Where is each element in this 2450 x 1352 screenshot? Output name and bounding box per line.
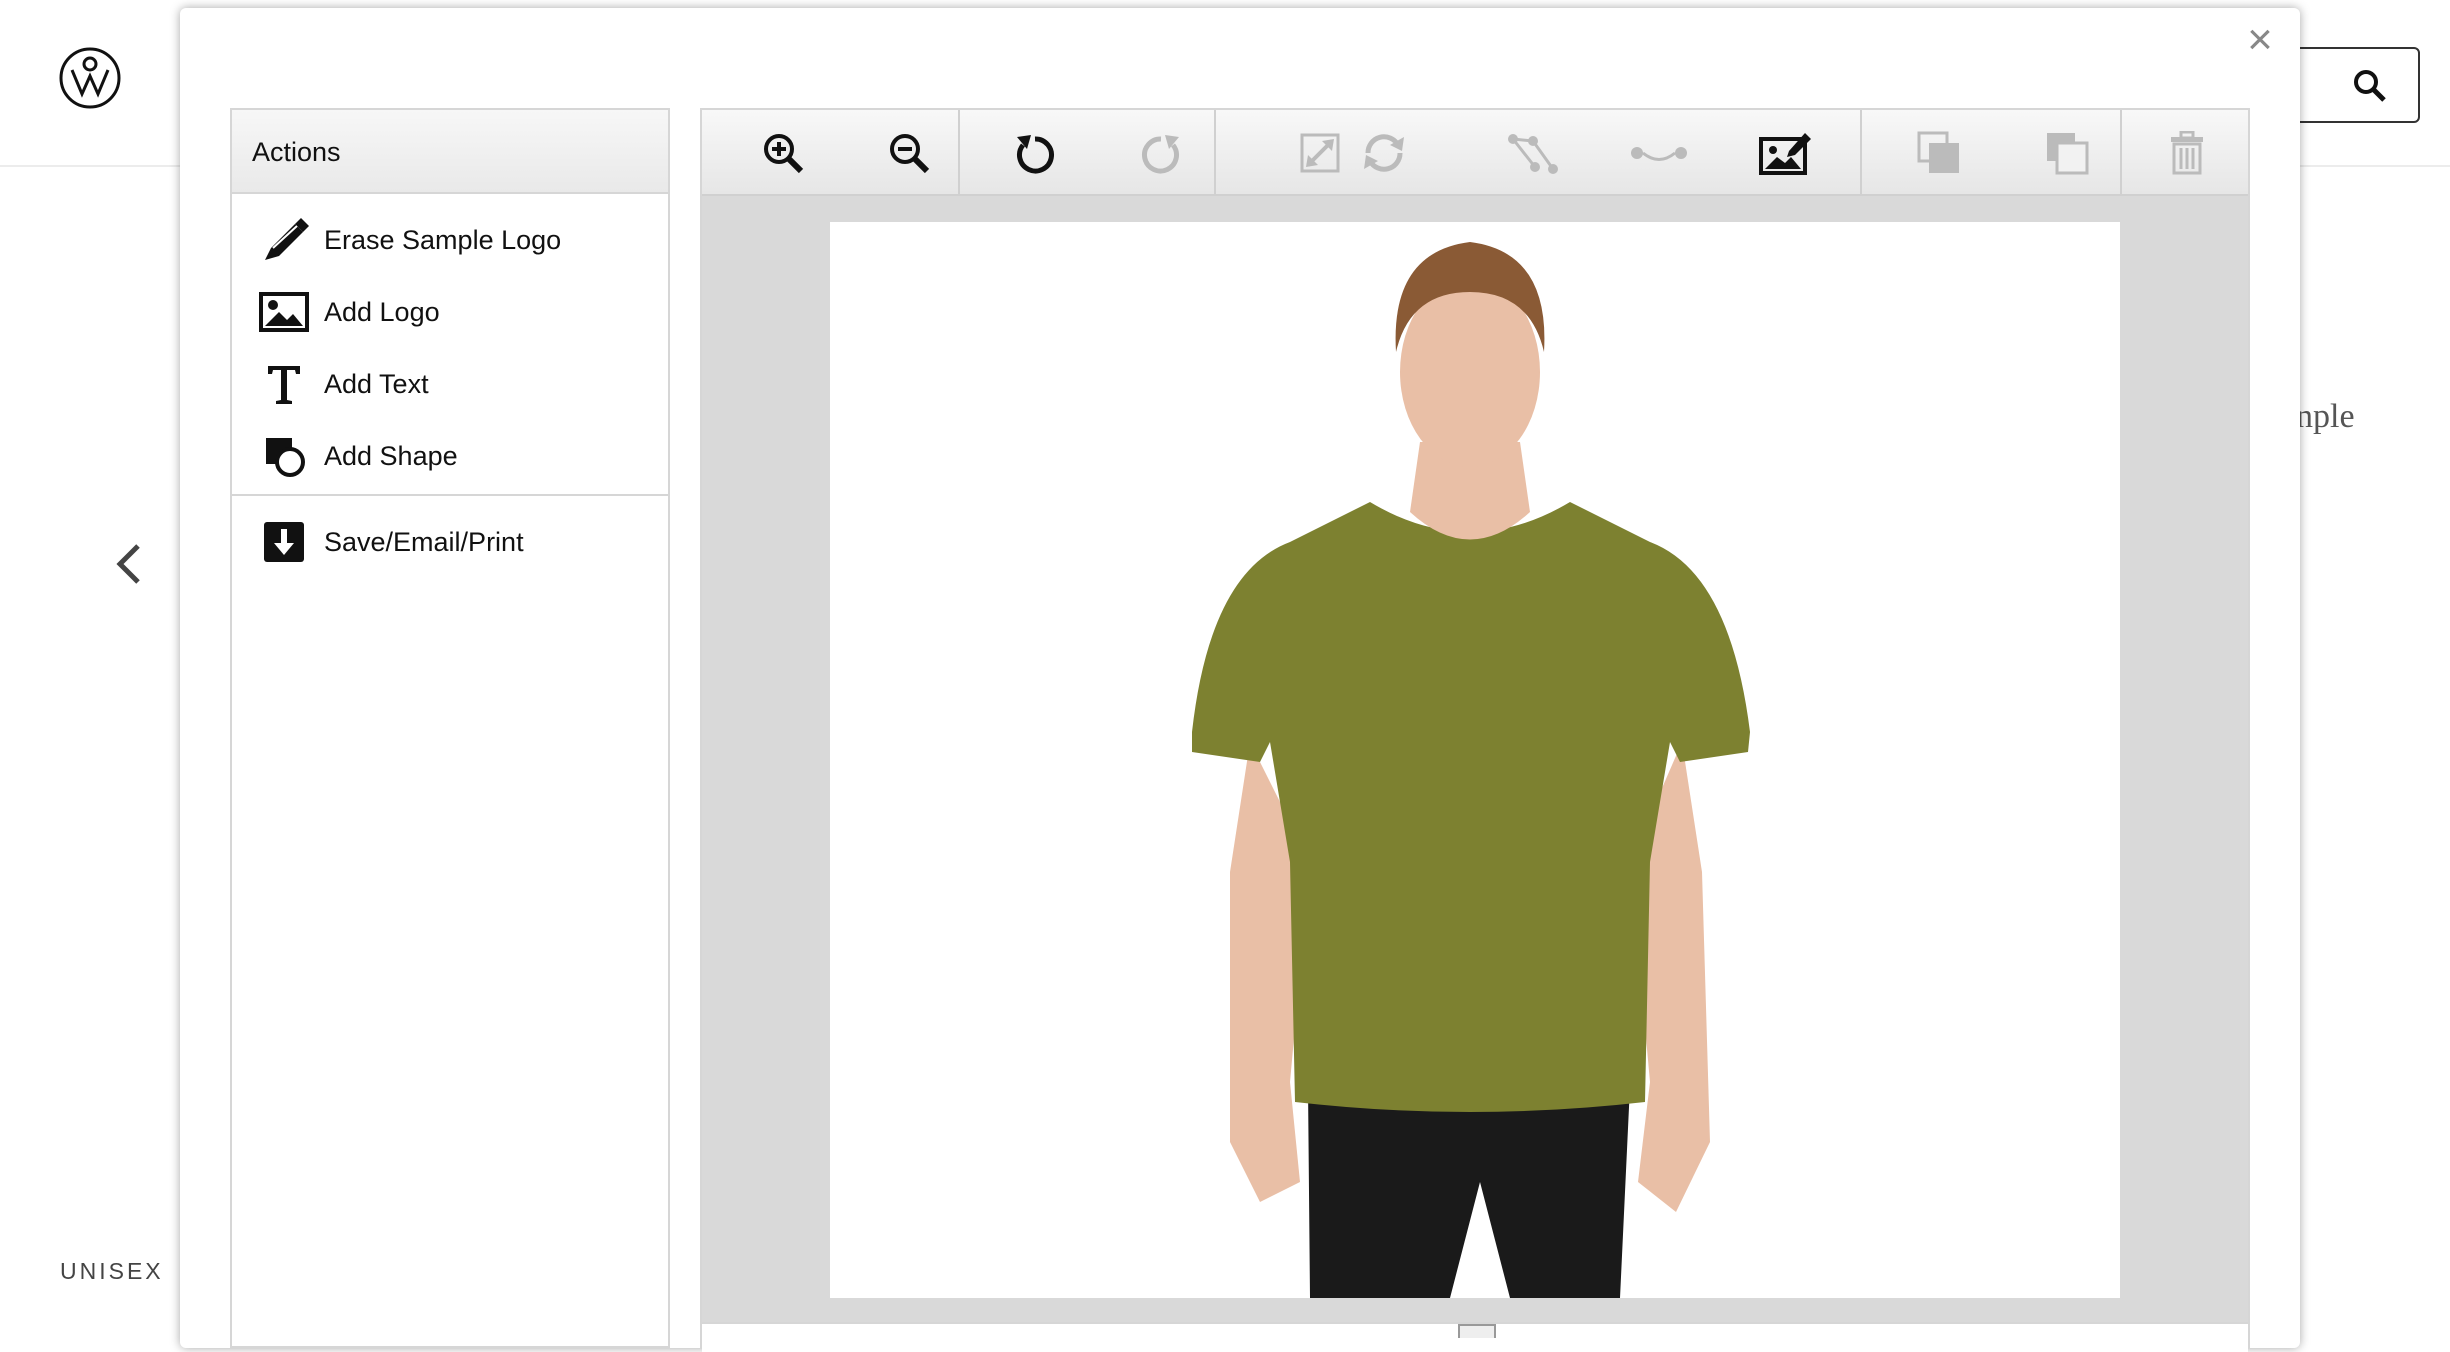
bring-forward-icon (1917, 131, 1959, 173)
tshirt-model-image (1192, 242, 1750, 1298)
redo-button[interactable] (1116, 110, 1206, 196)
action-label: Add Text (324, 368, 429, 399)
curve-button[interactable] (1614, 110, 1704, 196)
edit-image-button[interactable] (1740, 110, 1830, 196)
chevron-left-icon[interactable] (112, 542, 146, 586)
search-icon[interactable] (2352, 68, 2388, 104)
partial-product-text: nple (2296, 398, 2355, 435)
toolbar-separator (1214, 110, 1216, 196)
image-icon (258, 290, 310, 334)
delete-button[interactable] (2142, 110, 2232, 196)
toolbar-separator (1860, 110, 1862, 196)
action-label: Erase Sample Logo (324, 224, 562, 255)
action-label: Add Logo (324, 296, 440, 327)
action-label: Add Shape (324, 440, 458, 471)
close-button[interactable]: × (2240, 18, 2280, 62)
redo-icon (1142, 135, 1179, 174)
shape-icon (258, 434, 310, 478)
save-email-print-button[interactable]: Save/Email/Print (232, 506, 668, 578)
rotate-icon (1364, 134, 1404, 172)
save-group: Save/Email/Print (232, 496, 668, 588)
undo-button[interactable] (990, 110, 1080, 196)
action-label: Save/Email/Print (324, 526, 524, 557)
zoom-in-icon (764, 134, 804, 174)
toolbar-separator (2120, 110, 2122, 196)
zoom-out-button[interactable] (864, 110, 954, 196)
resize-icon (1300, 133, 1340, 173)
trash-icon (2171, 131, 2203, 175)
resize-button[interactable] (1288, 110, 1352, 196)
actions-panel: Actions Erase Sample Logo Add Logo Add T… (230, 108, 670, 1348)
editor-toolbar (702, 110, 2248, 196)
send-backward-button[interactable] (2022, 110, 2112, 196)
text-icon (258, 362, 310, 406)
erase-sample-logo-button[interactable]: Erase Sample Logo (232, 204, 668, 276)
actions-header: Actions (232, 110, 668, 194)
actions-list: Erase Sample Logo Add Logo Add Text Add … (232, 194, 668, 496)
download-icon (258, 520, 310, 564)
zoom-in-button[interactable] (738, 110, 828, 196)
curve-icon (1631, 147, 1687, 161)
design-canvas[interactable] (830, 222, 2120, 1298)
bring-forward-button[interactable] (1894, 110, 1984, 196)
add-logo-button[interactable]: Add Logo (232, 276, 668, 348)
add-text-button[interactable]: Add Text (232, 348, 668, 420)
nodes-button[interactable] (1488, 110, 1578, 196)
edit-image-icon (1759, 133, 1811, 175)
resize-handle[interactable] (1458, 1324, 1496, 1338)
marker-icon (258, 218, 310, 262)
send-backward-icon (2047, 133, 2089, 175)
add-shape-button[interactable]: Add Shape (232, 420, 668, 492)
brand-logo-icon[interactable] (58, 46, 122, 110)
undo-icon (1017, 135, 1054, 174)
category-label: UNISEX (60, 1258, 164, 1284)
zoom-out-icon (890, 134, 930, 174)
design-editor (700, 108, 2250, 1352)
toolbar-separator (958, 110, 960, 196)
rotate-button[interactable] (1352, 110, 1416, 196)
nodes-icon (1508, 134, 1558, 174)
